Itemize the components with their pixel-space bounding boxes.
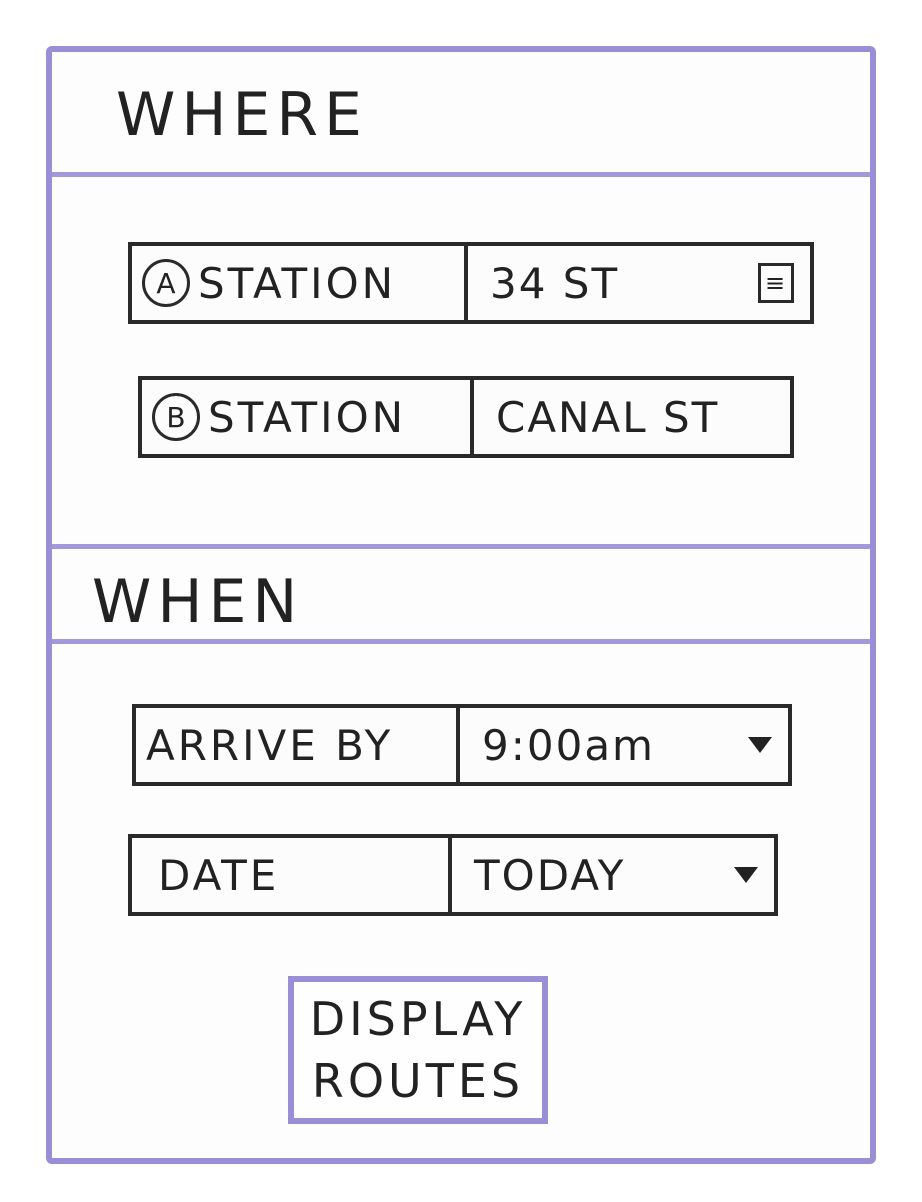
date-row: DATE TODAY xyxy=(128,834,778,916)
arrive-time-select[interactable]: 9:00am xyxy=(460,708,788,782)
where-header: WHERE xyxy=(52,52,870,177)
station-a-row: A STATION 34 ST ≡ xyxy=(128,242,814,324)
where-title: WHERE xyxy=(116,80,368,150)
when-header: WHEN xyxy=(52,544,870,644)
station-b-badge: B xyxy=(152,393,200,441)
station-b-row: B STATION CANAL ST xyxy=(138,376,794,458)
chevron-down-icon[interactable] xyxy=(748,737,772,753)
arrive-by-label: ARRIVE BY xyxy=(146,720,394,770)
station-b-label: STATION xyxy=(208,392,407,442)
date-label: DATE xyxy=(158,850,280,900)
station-a-input[interactable]: 34 ST ≡ xyxy=(468,246,810,320)
display-routes-button[interactable]: DISPLAY ROUTES xyxy=(288,976,548,1124)
date-label-cell: DATE xyxy=(132,838,452,912)
form-panel: WHERE A STATION 34 ST ≡ B STATION CANAL … xyxy=(46,46,876,1164)
station-a-label: STATION xyxy=(198,258,397,308)
list-icon[interactable]: ≡ xyxy=(758,263,794,303)
display-routes-line2: ROUTES xyxy=(311,1054,525,1108)
station-a-badge: A xyxy=(142,259,190,307)
arrive-by-row: ARRIVE BY 9:00am xyxy=(132,704,792,786)
station-b-value: CANAL ST xyxy=(496,392,720,442)
date-select[interactable]: TODAY xyxy=(452,838,774,912)
arrive-time-value: 9:00am xyxy=(482,720,655,770)
date-value: TODAY xyxy=(474,850,626,900)
when-title: WHEN xyxy=(92,567,304,637)
arrive-by-label-cell: ARRIVE BY xyxy=(136,708,460,782)
station-a-value: 34 ST xyxy=(490,258,620,308)
station-a-label-cell: A STATION xyxy=(132,246,468,320)
station-b-label-cell: B STATION xyxy=(142,380,474,454)
display-routes-line1: DISPLAY xyxy=(309,992,527,1046)
station-b-input[interactable]: CANAL ST xyxy=(474,380,790,454)
chevron-down-icon[interactable] xyxy=(734,867,758,883)
